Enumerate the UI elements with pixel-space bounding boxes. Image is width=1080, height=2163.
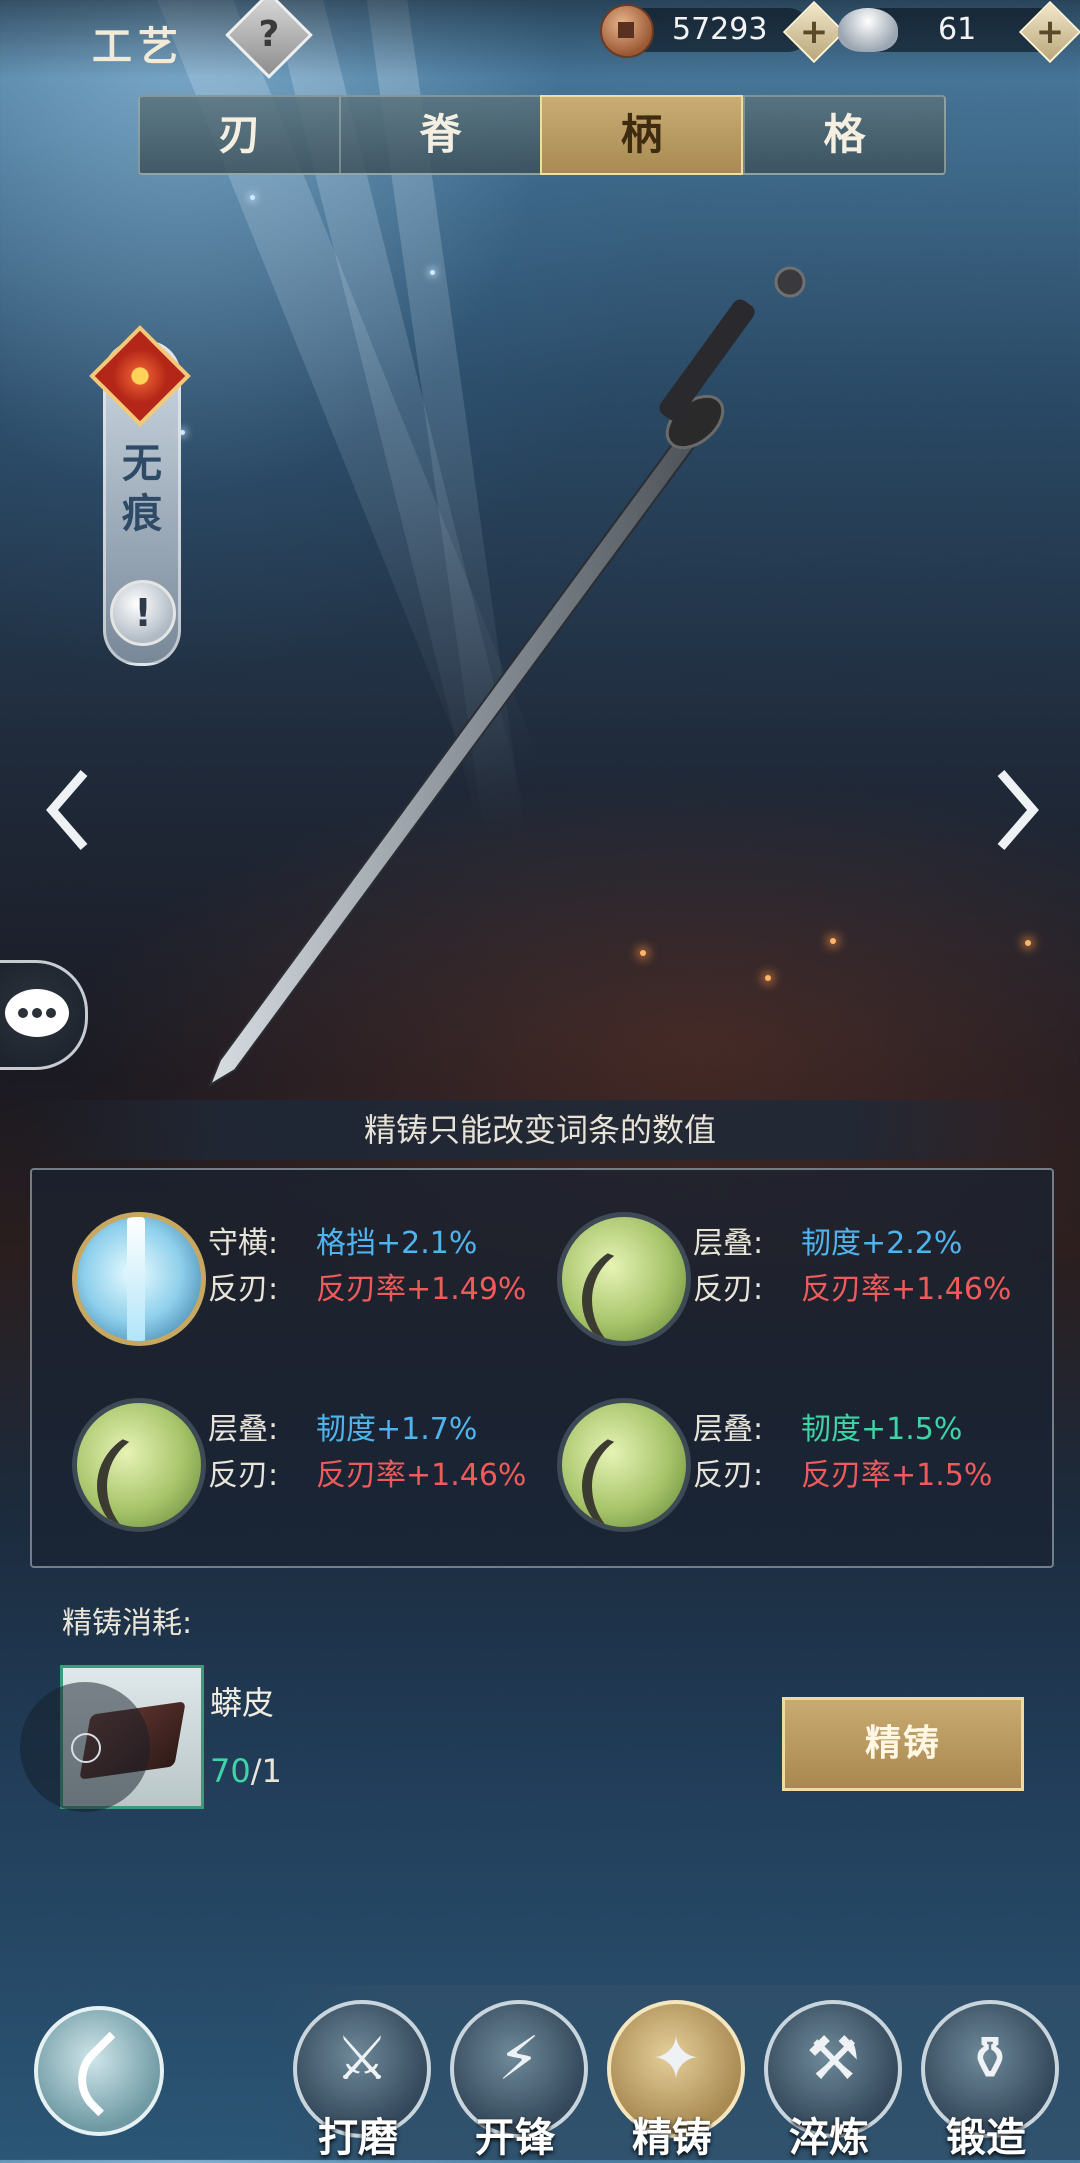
next-weapon-arrow[interactable] [985, 765, 1045, 855]
tab-spine[interactable]: 脊 [339, 97, 540, 173]
attribute-card[interactable]: 层叠: 韧度+1.5% 反刃: 反刃率+1.5% [517, 1378, 997, 1532]
attribute-label: 层叠: [693, 1412, 764, 1447]
attribute-value: 韧度+1.5% [801, 1412, 963, 1447]
attribute-card[interactable]: 守横: 格挡+2.1% 反刃: 反刃率+1.49% [32, 1192, 526, 1346]
item-required: /1 [250, 1752, 282, 1790]
tab-handle[interactable]: 柄 [540, 95, 743, 175]
weapon-name: 无痕 [122, 440, 162, 537]
nav-forge-label: 锻造 [946, 2115, 1026, 2161]
attribute-panel: 守横: 格挡+2.1% 反刃: 反刃率+1.49% 层叠: 韧度+2.2% 反刃: 反刃… [30, 1168, 1054, 1568]
attribute-label: 反刃: [208, 1458, 279, 1493]
ember [1025, 940, 1031, 946]
forge-icon: ⚱ [964, 2024, 1016, 2094]
attribute-label: 层叠: [693, 1226, 764, 1261]
part-tabs: 刃 脊 柄 格 [138, 95, 946, 175]
attribute-card[interactable]: 层叠: 韧度+2.2% 反刃: 反刃率+1.46% [517, 1192, 1011, 1346]
plus-icon: + [1035, 12, 1065, 52]
bamboo-orb-icon [557, 1398, 691, 1532]
attribute-value: 反刃率+1.5% [801, 1458, 993, 1493]
attribute-value: 反刃率+1.46% [316, 1458, 527, 1493]
tab-blade[interactable]: 刃 [140, 97, 339, 173]
chat-button[interactable] [0, 960, 88, 1070]
attribute-label: 守横: [208, 1226, 279, 1261]
top-bar: 工艺 ? 57293 + 61 + [0, 0, 1080, 79]
cost-label: 精铸消耗: [62, 1606, 193, 1641]
sharpen-icon: ⚡ [497, 2024, 541, 2094]
grind-icon: ⚔ [335, 2024, 389, 2094]
nav-grind-label: 打磨 [318, 2115, 398, 2161]
attribute-value: 韧度+2.2% [801, 1226, 963, 1261]
attribute-value: 格挡+2.1% [316, 1226, 478, 1261]
back-button[interactable] [34, 2006, 164, 2136]
item-owned: 70 [210, 1752, 251, 1790]
chat-bubble-icon [5, 989, 69, 1037]
ice-blade-orb-icon [72, 1212, 206, 1346]
attribute-label: 反刃: [208, 1272, 279, 1307]
attribute-value: 反刃率+1.49% [316, 1272, 527, 1307]
nav-refine-label: 精铸 [632, 2115, 712, 2161]
item-name: 蟒皮 [210, 1684, 275, 1722]
joystick-overlay[interactable] [20, 1682, 150, 1812]
refine-icon: ✦ [650, 2024, 702, 2094]
tab-guard[interactable]: 格 [743, 97, 944, 173]
sword-image [207, 266, 806, 1088]
attribute-card[interactable]: 层叠: 韧度+1.7% 反刃: 反刃率+1.46% [32, 1378, 526, 1532]
nav-temper-label: 淬炼 [789, 2115, 869, 2161]
bamboo-orb-icon [557, 1212, 691, 1346]
plus-icon: + [799, 12, 829, 52]
nav-sharpen-label: 开锋 [475, 2115, 555, 2161]
question-icon: ? [258, 14, 280, 55]
refine-button[interactable]: 精铸 [782, 1697, 1024, 1791]
copper-coin-icon [600, 4, 654, 58]
attribute-value: 反刃率+1.46% [801, 1272, 1012, 1307]
attribute-label: 反刃: [693, 1272, 764, 1307]
info-alert-button[interactable]: ! [110, 580, 176, 646]
attribute-label: 反刃: [693, 1458, 764, 1493]
attribute-label: 层叠: [208, 1412, 279, 1447]
prev-weapon-arrow[interactable] [40, 765, 100, 855]
silver-ingot-icon [838, 8, 898, 52]
sparkle [250, 195, 255, 200]
attribute-value: 韧度+1.7% [316, 1412, 478, 1447]
item-count: 70/1 [210, 1752, 282, 1790]
copper-amount: 57293 [672, 12, 768, 47]
refine-hint: 精铸只能改变词条的数值 [20, 1100, 1060, 1160]
page-title: 工艺 [92, 23, 184, 70]
bamboo-orb-icon [72, 1398, 206, 1532]
help-button[interactable]: ? [225, 0, 313, 79]
temper-icon: ⚒ [806, 2024, 860, 2094]
silver-amount: 61 [938, 12, 977, 47]
